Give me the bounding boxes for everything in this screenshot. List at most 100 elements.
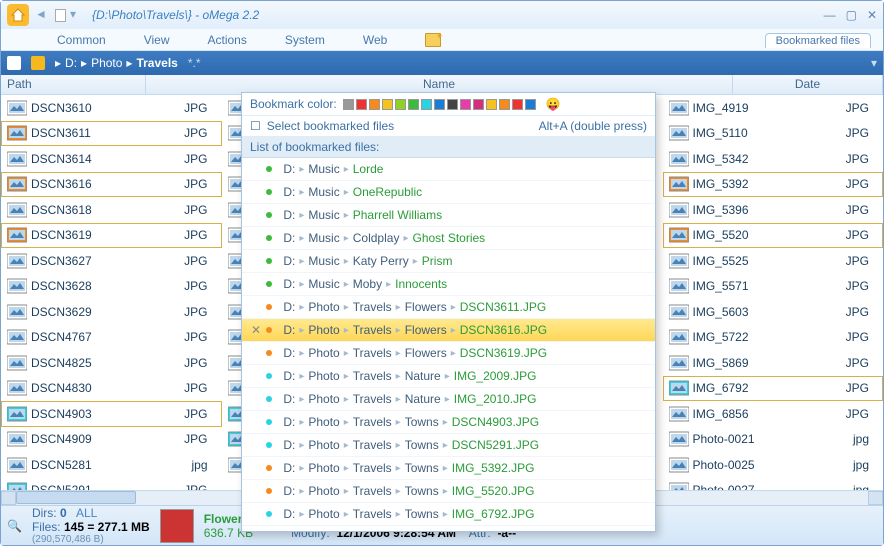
col-date[interactable]: Date — [733, 75, 883, 94]
bookmark-item[interactable]: D: ▸ Music ▸ Coldplay ▸ Ghost Stories — [242, 227, 655, 250]
select-bookmarked-label[interactable]: Select bookmarked files — [267, 119, 394, 133]
menu-web[interactable]: Web — [363, 33, 387, 47]
color-swatch[interactable] — [343, 99, 354, 110]
file-row[interactable]: IMG_5722JPG — [663, 325, 884, 351]
bookmark-item[interactable]: D: ▸ Photo ▸ Travels ▸ Towns ▸ IMG_5392.… — [242, 457, 655, 480]
image-file-icon — [7, 176, 27, 192]
file-row[interactable]: IMG_5571JPG — [663, 274, 884, 300]
color-swatch[interactable] — [486, 99, 497, 110]
color-swatch[interactable] — [408, 99, 419, 110]
scroll-thumb[interactable] — [16, 491, 136, 504]
folder-new-icon[interactable]: ✦ — [425, 33, 441, 47]
file-ext: JPG — [846, 381, 877, 395]
bookmark-item[interactable]: D: ▸ Photo ▸ Travels ▸ Flowers ▸ DSCN361… — [242, 296, 655, 319]
crumb-d[interactable]: D: — [65, 56, 77, 70]
color-swatch[interactable] — [382, 99, 393, 110]
bookmark-item[interactable]: D: ▸ Photo ▸ Travels ▸ Nature ▸ IMG_2010… — [242, 388, 655, 411]
color-swatch[interactable] — [512, 99, 523, 110]
file-row[interactable]: IMG_6856JPG — [663, 401, 884, 427]
color-swatch[interactable] — [499, 99, 510, 110]
file-row[interactable]: DSCN3610JPG — [1, 95, 222, 121]
close-button[interactable]: ✕ — [867, 8, 877, 22]
file-row[interactable]: DSCN3611JPG — [1, 121, 222, 147]
bookmark-item[interactable]: D: ▸ Photo ▸ Travels ▸ Towns ▸ IMG_6792.… — [242, 503, 655, 526]
bookmark-item[interactable]: D: ▸ Music ▸ Pharrell Williams — [242, 204, 655, 227]
file-row[interactable]: IMG_5603JPG — [663, 299, 884, 325]
bookmark-item[interactable]: D: ▸ Photo ▸ Travels ▸ Flowers ▸ DSCN361… — [242, 342, 655, 365]
color-swatch[interactable] — [447, 99, 458, 110]
shortcut-hint: Alt+A (double press) — [539, 119, 647, 133]
file-row[interactable]: DSCN4909JPG — [1, 427, 222, 453]
checkbox-icon[interactable]: ☐ — [250, 119, 261, 133]
file-row[interactable]: DSCN3618JPG — [1, 197, 222, 223]
dropdown-icon[interactable]: ▾ — [70, 7, 86, 23]
image-file-icon — [669, 457, 689, 473]
bookmark-toggle-icon[interactable] — [31, 56, 45, 70]
doc-icon[interactable] — [55, 9, 66, 22]
bookmark-item[interactable]: D: ▸ Photo ▸ Travels ▸ Towns ▸ DSCN5291.… — [242, 434, 655, 457]
file-row[interactable]: IMG_5392JPG — [663, 172, 884, 198]
file-row[interactable]: IMG_5110JPG — [663, 121, 884, 147]
maximize-button[interactable]: ▢ — [846, 8, 857, 22]
file-row[interactable]: DSCN3629JPG — [1, 299, 222, 325]
bookmark-item[interactable]: D: ▸ Photo ▸ Travels ▸ Towns ▸ DSCN4903.… — [242, 411, 655, 434]
bookmark-item[interactable]: D: ▸ Music ▸ Lorde — [242, 158, 655, 181]
color-swatch[interactable] — [356, 99, 367, 110]
color-swatch[interactable] — [525, 99, 536, 110]
file-row[interactable]: DSCN3616JPG — [1, 172, 222, 198]
file-name: DSCN4909 — [31, 432, 92, 446]
crumb-photo[interactable]: Photo — [91, 56, 122, 70]
remove-bookmark-icon[interactable]: ✕ — [250, 323, 262, 337]
file-row[interactable]: DSCN5281jpg — [1, 452, 222, 478]
app-logo-icon — [7, 4, 29, 26]
file-row[interactable]: DSCN4825JPG — [1, 350, 222, 376]
file-row[interactable]: Photo-0025jpg — [663, 452, 884, 478]
toolbar-dropdown-icon[interactable]: ▾ — [871, 56, 877, 70]
color-swatch[interactable] — [460, 99, 471, 110]
color-swatch[interactable] — [395, 99, 406, 110]
search-icon[interactable]: 🔍 — [7, 519, 22, 533]
color-swatch[interactable] — [421, 99, 432, 110]
file-row[interactable]: DSCN3614JPG — [1, 146, 222, 172]
bookmark-item[interactable]: ✕ D: ▸ Photo ▸ Travels ▸ Flowers ▸ DSCN3… — [242, 319, 655, 342]
emoji-icon[interactable]: 😛 — [546, 97, 561, 111]
file-row[interactable]: DSCN4903JPG — [1, 401, 222, 427]
menu-system[interactable]: System — [285, 33, 325, 47]
color-swatch[interactable] — [369, 99, 380, 110]
bullet-icon — [266, 189, 272, 195]
crumb-travels[interactable]: Travels — [136, 56, 177, 70]
color-swatch[interactable] — [473, 99, 484, 110]
bookmark-item[interactable]: D: ▸ Music ▸ Katy Perry ▸ Prism — [242, 250, 655, 273]
file-row[interactable]: IMG_5342JPG — [663, 146, 884, 172]
nav-icon[interactable] — [7, 56, 21, 70]
bookmark-item[interactable]: D: ▸ Photo ▸ Travels ▸ Nature ▸ IMG_2009… — [242, 365, 655, 388]
scroll-left-icon[interactable] — [1, 491, 16, 505]
file-row[interactable]: DSCN4830JPG — [1, 376, 222, 402]
bookmarked-files-tab[interactable]: Bookmarked files — [765, 33, 871, 48]
file-row[interactable]: DSCN4767JPG — [1, 325, 222, 351]
file-row[interactable]: DSCN3619JPG — [1, 223, 222, 249]
menu-actions[interactable]: Actions — [207, 33, 246, 47]
bookmark-item[interactable]: D: ▸ Music ▸ Moby ▸ Innocents — [242, 273, 655, 296]
file-ext: JPG — [184, 177, 215, 191]
back-icon[interactable]: ◄ — [35, 7, 51, 23]
col-path[interactable]: Path — [1, 75, 146, 94]
file-row[interactable]: IMG_4919JPG — [663, 95, 884, 121]
minimize-button[interactable]: — — [824, 8, 836, 22]
file-row[interactable]: IMG_5869JPG — [663, 350, 884, 376]
file-row[interactable]: IMG_6792JPG — [663, 376, 884, 402]
file-row[interactable]: Photo-0021jpg — [663, 427, 884, 453]
file-row[interactable]: DSCN3627JPG — [1, 248, 222, 274]
menu-common[interactable]: Common — [57, 33, 106, 47]
scroll-right-icon[interactable] — [868, 491, 883, 505]
file-row[interactable]: IMG_5396JPG — [663, 197, 884, 223]
file-row[interactable]: IMG_5525JPG — [663, 248, 884, 274]
menu-view[interactable]: View — [144, 33, 170, 47]
window-title: {D:\Photo\Travels\} - oMega 2.2 — [92, 8, 818, 22]
file-row[interactable]: DSCN3628JPG — [1, 274, 222, 300]
color-swatch[interactable] — [434, 99, 445, 110]
bookmark-item[interactable]: D: ▸ Photo ▸ Travels ▸ Towns ▸ IMG_5520.… — [242, 480, 655, 503]
file-ext: jpg — [853, 432, 877, 446]
bookmark-item[interactable]: D: ▸ Music ▸ OneRepublic — [242, 181, 655, 204]
file-row[interactable]: IMG_5520JPG — [663, 223, 884, 249]
